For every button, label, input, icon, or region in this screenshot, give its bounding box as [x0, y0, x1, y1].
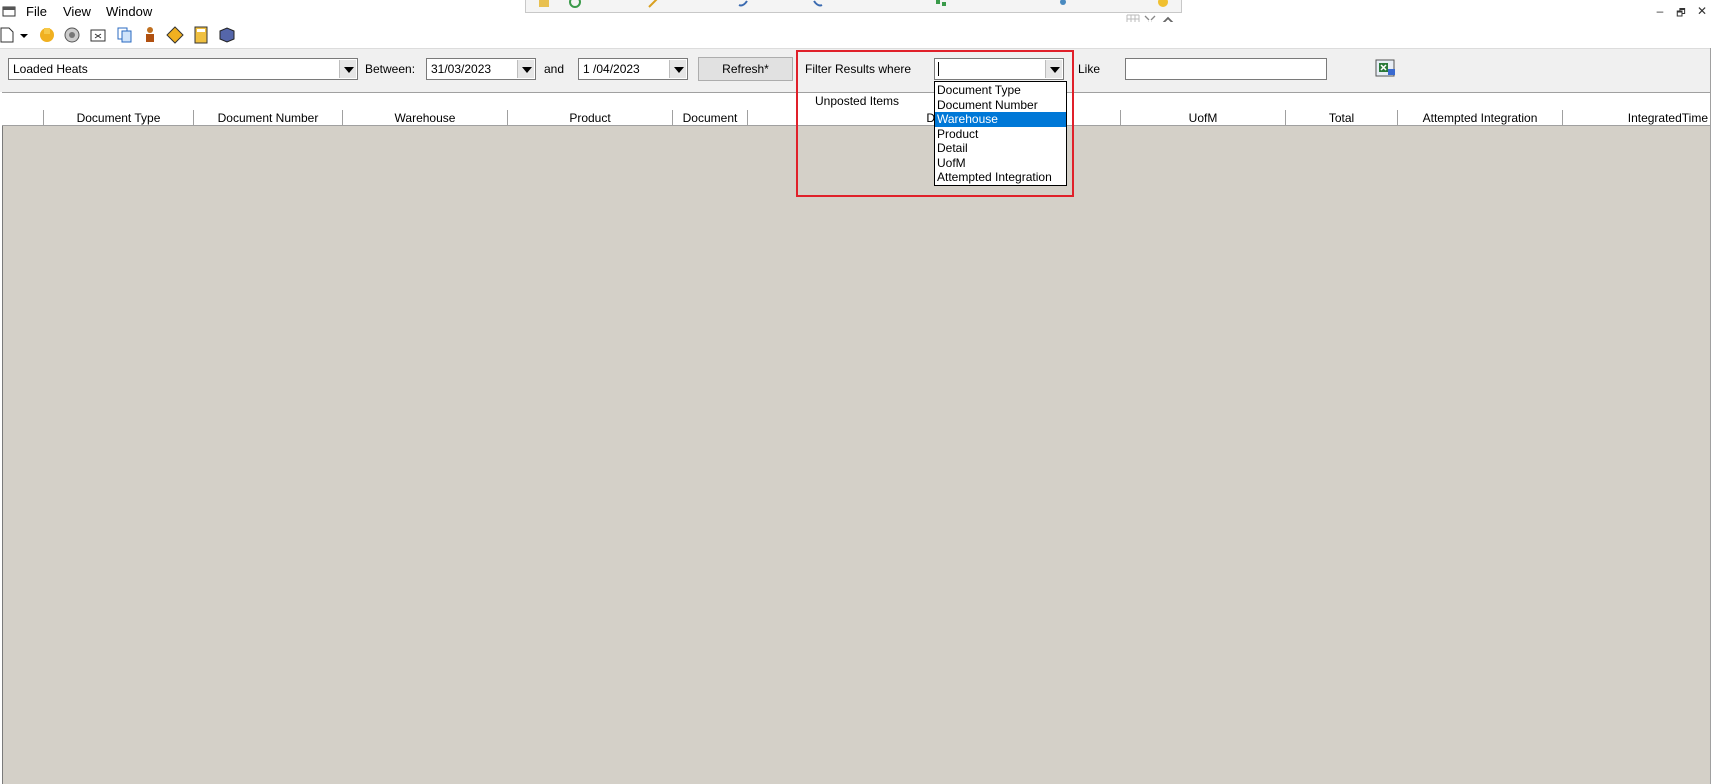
arrow-icon[interactable] — [736, 0, 750, 8]
floating-taskbar — [525, 0, 1182, 13]
dropdown-arrow-icon[interactable] — [18, 26, 30, 44]
menu-window[interactable]: Window — [106, 4, 152, 19]
restore-button[interactable]: 🗗 — [1673, 6, 1689, 23]
group-label-unposted-items: Unposted Items — [815, 94, 900, 108]
tree-icon[interactable] — [934, 0, 948, 8]
column-document-type[interactable]: Document Type — [44, 110, 194, 126]
dropdown-option-product[interactable]: Product — [935, 127, 1066, 142]
app-icon[interactable] — [2, 5, 18, 18]
column-document-number[interactable]: Document Number — [194, 110, 343, 126]
pencil-icon[interactable] — [646, 0, 660, 8]
refresh-icon[interactable] — [568, 0, 582, 8]
folder-icon[interactable] — [89, 26, 107, 44]
disc-icon[interactable] — [63, 26, 81, 44]
toolbar — [0, 22, 1714, 48]
minimize-button[interactable]: – — [1652, 4, 1668, 18]
column-warehouse[interactable]: Warehouse — [343, 110, 508, 126]
filter-dropdown-list[interactable]: Document Type Document Number Warehouse Pro… — [934, 81, 1067, 186]
new-icon[interactable] — [0, 26, 18, 44]
warning-sign-icon[interactable] — [166, 26, 184, 44]
date-from-value: 31/03/2023 — [431, 62, 492, 76]
folder-icon[interactable] — [538, 0, 552, 8]
chevron-down-icon[interactable] — [1045, 60, 1062, 78]
dropdown-option-warehouse[interactable]: Warehouse — [935, 112, 1066, 127]
filter-field-select[interactable] — [934, 58, 1064, 80]
copy-icon[interactable] — [115, 26, 133, 44]
between-label: Between: — [365, 62, 416, 76]
gear-icon[interactable] — [1056, 0, 1070, 8]
grid-body[interactable] — [2, 126, 1714, 784]
column-product[interactable]: Product — [508, 110, 673, 126]
row-selector-header[interactable] — [2, 110, 44, 126]
text-cursor — [938, 62, 939, 76]
date-from-picker[interactable]: 31/03/2023 — [426, 58, 536, 80]
chevron-down-icon[interactable] — [339, 60, 356, 78]
column-integrated-time[interactable]: IntegratedTime — [1563, 110, 1711, 126]
dropdown-option-uofm[interactable]: UofM — [935, 156, 1066, 171]
column-header-row: Document Type Document Number Warehouse … — [2, 110, 1714, 126]
scroll-edge — [1710, 48, 1714, 784]
person-icon[interactable] — [141, 26, 159, 44]
calculator-icon[interactable] — [192, 26, 210, 44]
dropdown-option-document-type[interactable]: Document Type — [935, 83, 1066, 98]
chevron-down-icon[interactable] — [669, 60, 686, 78]
column-total[interactable]: Total — [1286, 110, 1398, 126]
close-button[interactable]: ✕ — [1694, 4, 1710, 18]
column-uofm[interactable]: UofM — [1121, 110, 1286, 126]
dropdown-option-attempted-integration[interactable]: Attempted Integration — [935, 170, 1066, 185]
filter-label: Filter Results where — [805, 62, 912, 76]
and-label: and — [544, 62, 565, 76]
export-excel-icon[interactable] — [1374, 58, 1398, 80]
dropdown-option-document-number[interactable]: Document Number — [935, 98, 1066, 113]
smiley-icon[interactable] — [1156, 0, 1170, 8]
date-to-value: 1 /04/2023 — [583, 62, 640, 76]
column-document[interactable]: Document — [673, 110, 748, 126]
like-label: Like — [1078, 62, 1101, 76]
date-to-picker[interactable]: 1 /04/2023 — [578, 58, 688, 80]
back-icon[interactable] — [811, 0, 825, 8]
report-select-value: Loaded Heats — [13, 62, 88, 76]
box-icon[interactable] — [218, 26, 236, 44]
like-input[interactable] — [1125, 58, 1327, 80]
hand-icon[interactable] — [38, 26, 56, 44]
column-attempted-integration[interactable]: Attempted Integration — [1398, 110, 1563, 126]
menu-file[interactable]: File — [26, 4, 47, 19]
report-select[interactable]: Loaded Heats — [8, 58, 358, 80]
refresh-button[interactable]: Refresh* — [698, 57, 793, 81]
chevron-down-icon[interactable] — [517, 60, 534, 78]
dropdown-option-detail[interactable]: Detail — [935, 141, 1066, 156]
menu-view[interactable]: View — [63, 4, 91, 19]
